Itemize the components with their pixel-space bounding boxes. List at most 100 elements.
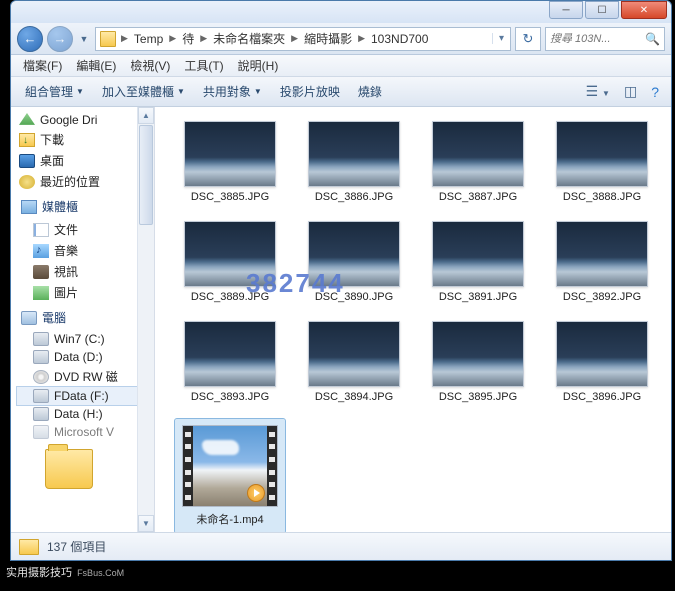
video-icon [33,265,49,279]
nav-history-dropdown[interactable]: ▼ [77,34,91,44]
breadcrumb-item[interactable]: 待 [178,30,198,47]
sidebar-item-drive-f[interactable]: FData (F:) [17,387,138,405]
menu-edit[interactable]: 編輯(E) [70,55,122,76]
downloads-icon [19,133,35,147]
image-thumbnail [184,121,276,187]
breadcrumb-item[interactable]: 未命名檔案夾 [209,30,289,47]
chevron-right-icon[interactable]: ▶ [356,33,367,44]
sidebar-item-drive-h[interactable]: Data (H:) [17,405,138,423]
breadcrumb-item[interactable]: 103ND700 [367,32,432,46]
file-item[interactable]: DSC_3892.JPG [547,219,657,305]
explorer-window: ─ ☐ ✕ ← → ▼ ▶ Temp ▶ 待 ▶ 未命名檔案夾 ▶ 縮時攝影 ▶… [10,0,672,561]
menu-file[interactable]: 檔案(F) [17,55,68,76]
search-input[interactable] [550,33,645,45]
menu-view[interactable]: 檢視(V) [124,55,176,76]
disk-icon [33,350,49,364]
file-list[interactable]: DSC_3885.JPG DSC_3886.JPG DSC_3887.JPG DSC_… [155,107,671,532]
file-item[interactable]: DSC_3891.JPG [423,219,533,305]
file-item[interactable]: DSC_3885.JPG [175,119,285,205]
menu-help[interactable]: 說明(H) [232,55,285,76]
slideshow-button[interactable]: 投影片放映 [272,80,348,103]
add-to-library-button[interactable]: 加入至媒體櫃▼ [94,80,193,103]
sidebar-item-downloads[interactable]: 下載 [17,129,138,150]
library-icon [21,200,37,214]
document-icon [33,223,49,237]
chevron-right-icon[interactable]: ▶ [198,33,209,44]
computer-icon [21,311,37,325]
file-item[interactable]: DSC_3888.JPG [547,119,657,205]
sidebar-item-drive-c[interactable]: Win7 (C:) [17,330,138,348]
file-name: DSC_3887.JPG [439,191,517,203]
tree-label: 視訊 [54,263,78,280]
sidebar-item-documents[interactable]: 文件 [17,219,138,240]
breadcrumb-bar[interactable]: ▶ Temp ▶ 待 ▶ 未命名檔案夾 ▶ 縮時攝影 ▶ 103ND700 ▾ [95,27,511,51]
tree-label: Data (H:) [54,407,103,421]
file-item[interactable]: DSC_3893.JPG [175,319,285,405]
tree-label: 圖片 [54,284,78,301]
refresh-button[interactable]: ↻ [515,27,541,51]
sidebar-item-dvd[interactable]: DVD RW 磁 [17,366,138,387]
tree-label: 媒體櫃 [42,198,78,215]
maximize-button[interactable]: ☐ [585,1,619,19]
sidebar-item-music[interactable]: 音樂 [17,240,138,261]
chevron-right-icon[interactable]: ▶ [289,33,300,44]
sidebar-item-desktop[interactable]: 桌面 [17,150,138,171]
burn-button[interactable]: 燒錄 [350,80,390,103]
desktop-icon [19,154,35,168]
sidebar-scrollbar[interactable]: ▲ ▼ [137,107,154,532]
image-thumbnail [308,221,400,287]
sidebar-item-gdrive[interactable]: Google Dri [17,111,138,129]
scroll-thumb[interactable] [139,125,153,225]
search-icon[interactable]: 🔍 [645,32,660,46]
file-item[interactable]: DSC_3886.JPG [299,119,409,205]
file-item[interactable]: DSC_3889.JPG [175,219,285,305]
image-thumbnail [308,121,400,187]
sidebar-item-other[interactable]: Microsoft V [17,423,138,441]
command-bar: 組合管理▼ 加入至媒體櫃▼ 共用對象▼ 投影片放映 燒錄 ☰ ▼ ◫ ? [11,77,671,107]
title-bar: ─ ☐ ✕ [11,1,671,23]
file-item-video[interactable]: 未命名-1.mp4 [175,419,285,532]
file-item[interactable]: DSC_3894.JPG [299,319,409,405]
image-thumbnail [556,121,648,187]
minimize-button[interactable]: ─ [549,1,583,19]
help-button[interactable]: ? [645,81,665,103]
back-button[interactable]: ← [17,26,43,52]
view-options-button[interactable]: ☰ ▼ [580,80,616,103]
sidebar-group-computer[interactable]: 電腦 [17,303,138,330]
file-item[interactable]: DSC_3896.JPG [547,319,657,405]
share-button[interactable]: 共用對象▼ [195,80,270,103]
organize-button[interactable]: 組合管理▼ [17,80,92,103]
breadcrumb-dropdown[interactable]: ▾ [492,33,510,44]
image-thumbnail [556,221,648,287]
chevron-right-icon[interactable]: ▶ [119,33,130,44]
forward-button[interactable]: → [47,26,73,52]
sidebar-item-pictures[interactable]: 圖片 [17,282,138,303]
scroll-up-button[interactable]: ▲ [138,107,154,124]
address-bar: ← → ▼ ▶ Temp ▶ 待 ▶ 未命名檔案夾 ▶ 縮時攝影 ▶ 103ND… [11,23,671,55]
file-item[interactable]: DSC_3890.JPG [299,219,409,305]
recent-icon [19,175,35,189]
status-text: 137 個項目 [47,538,106,555]
file-name: DSC_3886.JPG [315,191,393,203]
search-box[interactable]: 🔍 [545,27,665,51]
chevron-down-icon: ▼ [76,87,84,96]
close-button[interactable]: ✕ [621,1,667,19]
sidebar-item-recent[interactable]: 最近的位置 [17,171,138,192]
image-thumbnail [432,221,524,287]
chevron-right-icon[interactable]: ▶ [167,33,178,44]
sidebar-item-drive-d[interactable]: Data (D:) [17,348,138,366]
breadcrumb-item[interactable]: 縮時攝影 [300,30,356,47]
disk-icon [33,425,49,439]
sidebar-group-libraries[interactable]: 媒體櫃 [17,192,138,219]
file-item[interactable]: DSC_3895.JPG [423,319,533,405]
image-thumbnail [184,221,276,287]
breadcrumb-item[interactable]: Temp [130,32,167,46]
scroll-down-button[interactable]: ▼ [138,515,154,532]
file-item[interactable]: DSC_3887.JPG [423,119,533,205]
menu-tools[interactable]: 工具(T) [178,55,229,76]
sidebar-item-videos[interactable]: 視訊 [17,261,138,282]
filmstrip-icon [183,426,193,506]
tree-label: Win7 (C:) [54,332,105,346]
preview-pane-button[interactable]: ◫ [618,80,643,103]
explorer-body: Google Dri 下載 桌面 最近的位置 媒體櫃 文件 音樂 視訊 圖片 電… [11,107,671,532]
